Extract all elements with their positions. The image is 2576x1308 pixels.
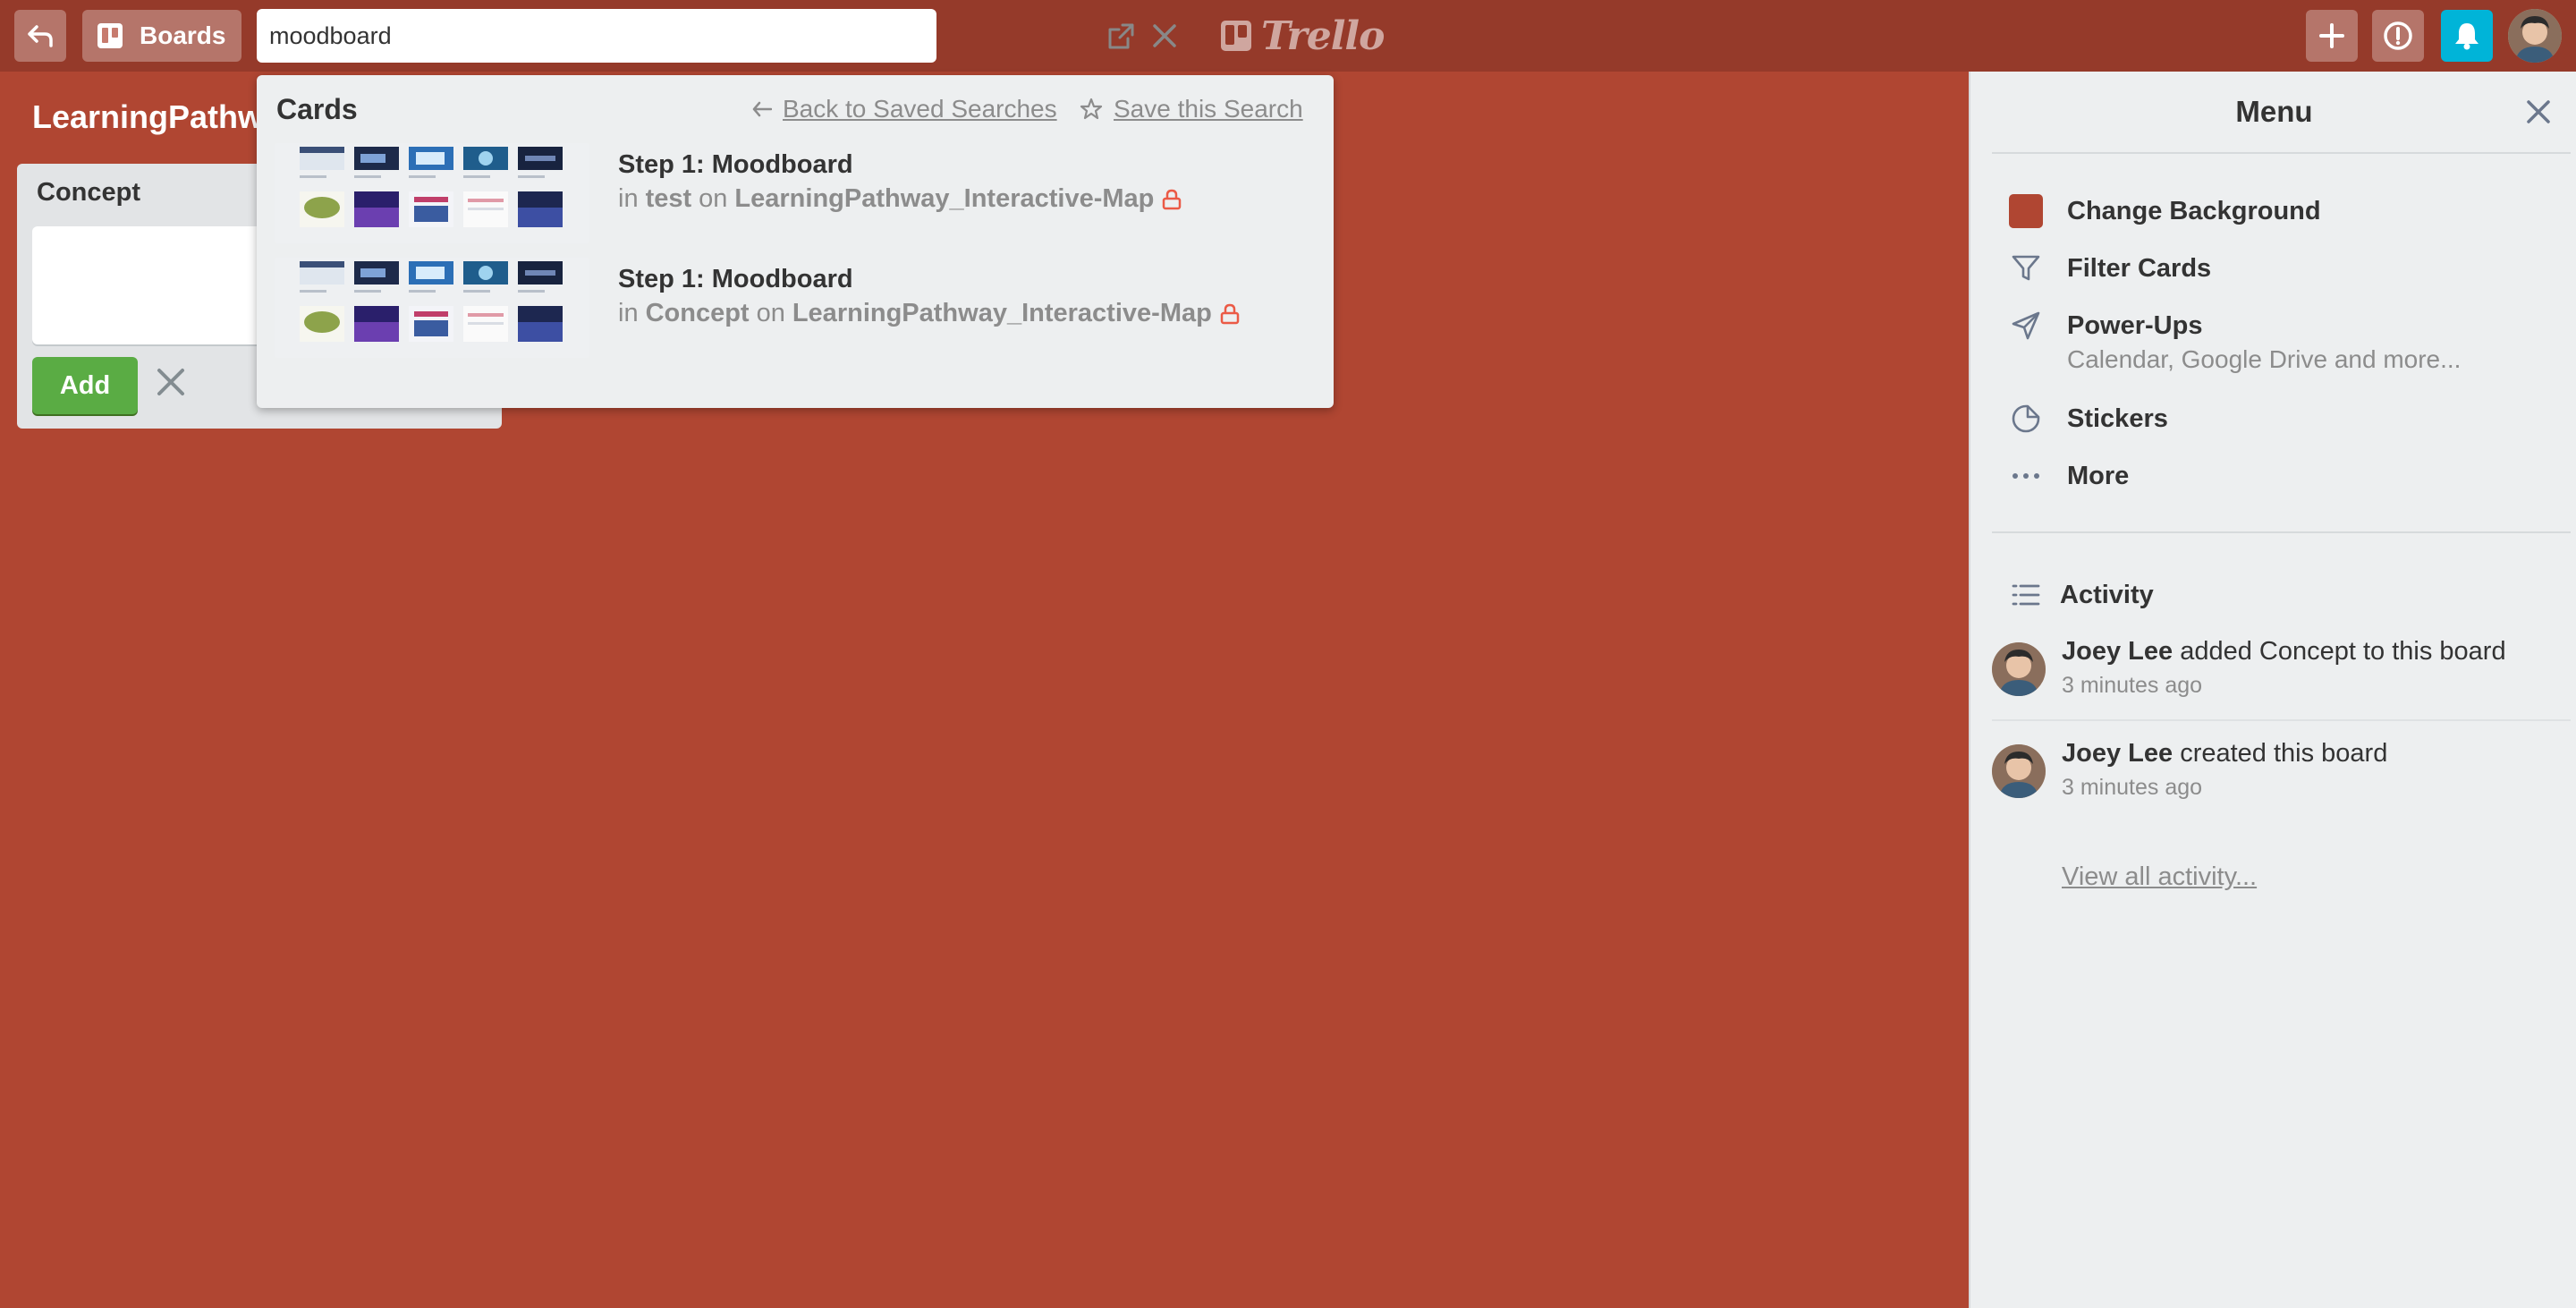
- trello-logo-text: Trello: [1261, 13, 1385, 59]
- notifications-button[interactable]: [2441, 10, 2493, 62]
- search-input[interactable]: [269, 9, 824, 63]
- menu-item-label: More: [2067, 461, 2130, 490]
- in-word: in: [618, 184, 639, 213]
- activity-title: Activity: [2060, 580, 2154, 609]
- member-avatar[interactable]: [1992, 744, 2046, 798]
- menu-item-label: Power-Ups: [2067, 310, 2203, 340]
- menu-item-filter-cards[interactable]: Filter Cards: [2008, 245, 2211, 292]
- boards-icon: [97, 22, 123, 49]
- clear-search-icon[interactable]: [1151, 22, 1178, 49]
- activity-list-icon: [2008, 577, 2044, 613]
- result-list-name: test: [645, 184, 692, 213]
- arrow-left-icon: [752, 101, 772, 117]
- lock-icon: [1219, 303, 1241, 325]
- result-list-name: Concept: [645, 299, 750, 327]
- search-results-popover: Cards Back to Saved Searches Save this S…: [257, 75, 1334, 408]
- boards-label: Boards: [140, 21, 226, 49]
- color-swatch-icon: [2008, 193, 2044, 229]
- activity-time[interactable]: 3 minutes ago: [2062, 775, 2202, 801]
- result-card-location: in Concept on LearningPathway_Interactiv…: [618, 299, 1241, 328]
- activity-action: created this board: [2180, 739, 2388, 768]
- filter-icon: [2008, 251, 2044, 286]
- list-title[interactable]: Concept: [37, 178, 140, 208]
- info-icon: [2383, 21, 2413, 51]
- activity-divider: [1992, 719, 2571, 721]
- activity-entry: Joey Lee created this board 3 minutes ag…: [1992, 737, 2564, 820]
- rocket-icon: [2008, 308, 2044, 344]
- ellipsis-icon: [2008, 458, 2044, 494]
- activity-user[interactable]: Joey Lee: [2062, 739, 2173, 768]
- board-menu-sidebar: Menu Change Background Filter Cards Powe…: [1969, 72, 2576, 1308]
- in-word: in: [618, 299, 639, 327]
- plus-icon: [2318, 22, 2345, 49]
- open-search-page-icon[interactable]: [1106, 22, 1135, 51]
- activity-user[interactable]: Joey Lee: [2062, 637, 2173, 666]
- back-button[interactable]: [14, 10, 66, 62]
- search-result-card[interactable]: Step 1: Moodboard in Concept on Learning…: [275, 258, 1312, 358]
- menu-divider: [1992, 531, 2571, 533]
- menu-item-more[interactable]: More: [2008, 453, 2129, 499]
- activity-time[interactable]: 3 minutes ago: [2062, 673, 2202, 699]
- create-button[interactable]: [2306, 10, 2358, 62]
- menu-item-label: Stickers: [2067, 403, 2168, 433]
- result-card-name: Step 1: Moodboard: [618, 150, 853, 179]
- top-header: Boards Trello: [0, 0, 2576, 72]
- card-cover-thumbnail: [275, 258, 589, 358]
- power-ups-subtitle: Calendar, Google Drive and more...: [2067, 345, 2462, 373]
- boards-button[interactable]: Boards: [82, 10, 242, 62]
- bell-icon: [2453, 21, 2481, 51]
- activity-entry: Joey Lee added Concept to this board 3 m…: [1992, 635, 2564, 718]
- trello-logo-icon: [1220, 20, 1252, 52]
- save-search-link[interactable]: Save this Search: [1080, 95, 1303, 123]
- star-icon: [1080, 98, 1103, 121]
- results-section-title: Cards: [276, 93, 358, 125]
- menu-title: Menu: [2235, 95, 2313, 128]
- back-to-saved-searches-label: Back to Saved Searches: [783, 95, 1057, 123]
- activity-text: Joey Lee added Concept to this board: [2062, 637, 2506, 667]
- menu-item-power-ups[interactable]: Power-Ups: [2008, 302, 2202, 349]
- member-avatar[interactable]: [1992, 642, 2046, 696]
- result-board-name: LearningPathway_Interactive-Map: [792, 299, 1212, 327]
- lock-icon: [1161, 189, 1182, 210]
- search-result-card[interactable]: Step 1: Moodboard in test on LearningPat…: [275, 143, 1312, 243]
- menu-item-stickers[interactable]: Stickers: [2008, 395, 2168, 442]
- close-menu-icon[interactable]: [2525, 98, 2552, 125]
- menu-item-change-background[interactable]: Change Background: [2008, 188, 2321, 234]
- result-board-name: LearningPathway_Interactive-Map: [734, 184, 1155, 213]
- add-card-button[interactable]: Add: [32, 357, 138, 414]
- activity-text: Joey Lee created this board: [2062, 739, 2387, 769]
- save-search-label: Save this Search: [1114, 95, 1303, 123]
- activity-action: added Concept to this board: [2180, 637, 2506, 666]
- card-cover-thumbnail: [275, 143, 589, 243]
- menu-divider: [1992, 152, 2571, 154]
- close-composer-icon[interactable]: [155, 366, 187, 398]
- back-to-saved-searches-link[interactable]: Back to Saved Searches: [752, 95, 1057, 123]
- info-button[interactable]: [2372, 10, 2424, 62]
- search-box: [257, 9, 1176, 63]
- back-arrow-icon: [27, 24, 54, 47]
- result-card-location: in test on LearningPathway_Interactive-M…: [618, 184, 1182, 214]
- on-word: on: [756, 299, 785, 327]
- view-all-activity-link[interactable]: View all activity...: [2062, 862, 2257, 892]
- trello-logo[interactable]: Trello: [1220, 13, 1385, 59]
- user-avatar[interactable]: [2508, 9, 2562, 63]
- activity-header: Activity: [2008, 573, 2154, 617]
- sticker-icon: [2008, 401, 2044, 437]
- result-card-name: Step 1: Moodboard: [618, 265, 853, 293]
- menu-item-label: Filter Cards: [2067, 253, 2212, 283]
- menu-item-label: Change Background: [2067, 196, 2321, 225]
- on-word: on: [699, 184, 728, 213]
